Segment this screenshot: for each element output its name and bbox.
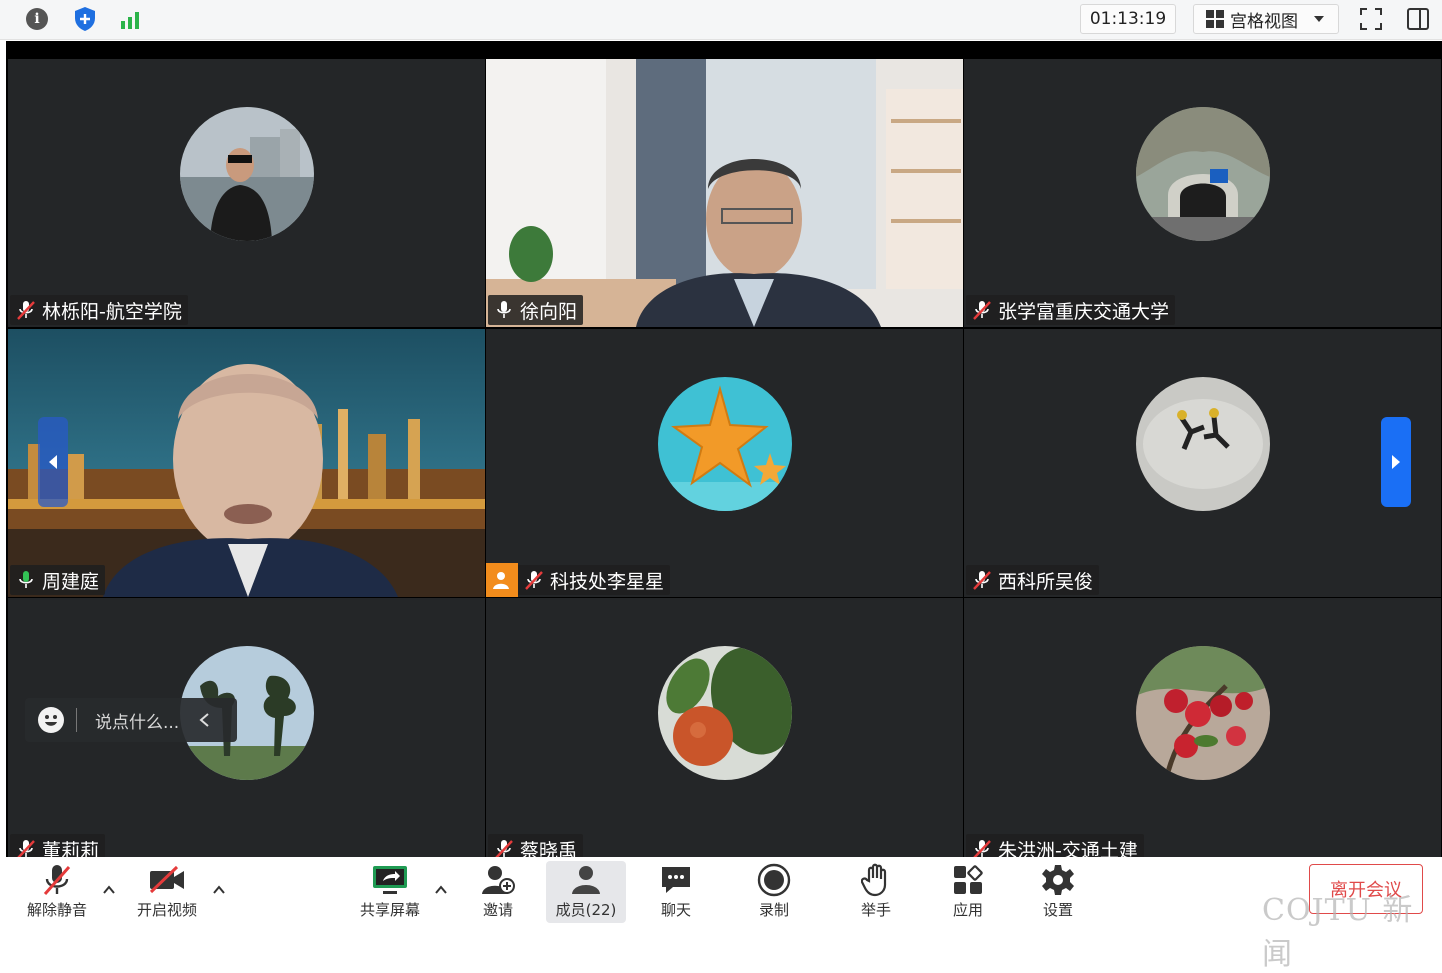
participant-name: 科技处李星星 [550,570,665,593]
share-screen-button[interactable]: 共享屏幕 [354,861,426,923]
start-video-button[interactable]: 开启视频 [132,861,202,923]
watermark: COJTU 新闻 [1262,893,1414,972]
participant-nameplate: 张学富重庆交通大学 [966,295,1176,325]
hand-icon [854,861,898,899]
avatar [657,377,792,511]
avatar [657,646,792,780]
apps-button[interactable]: 应用 [940,861,996,923]
quick-chat-input[interactable]: 说点什么... [25,698,237,742]
participant-nameplate: 周建庭 [10,565,106,595]
record-button[interactable]: 录制 [746,861,802,923]
participant-nameplate: 西科所吴俊 [966,565,1100,595]
participant-name: 林栎阳-航空学院 [42,300,182,323]
mic-muted-icon [35,861,79,899]
chevron-right-icon [1392,455,1400,469]
avatar [1135,107,1270,241]
participant-tile[interactable]: 朱洪洲-交通土建 [964,598,1441,866]
chat-button[interactable]: 聊天 [648,861,704,923]
meeting-toolbar: 解除静音 开启视频 共享屏幕 邀请 成员(22) 聊天 录制 举手 应用 设置 [0,857,1442,927]
mic-muted-icon [973,301,991,320]
emoji-icon[interactable] [38,707,64,733]
apps-icon [946,861,990,899]
chat-icon [654,861,698,899]
mic-muted-icon [525,571,543,590]
previous-page-button[interactable] [38,417,68,507]
top-bar: i 01:13:19 宫格视图 [0,0,1442,40]
raise-hand-label: 举手 [860,901,891,919]
participant-tile[interactable]: 徐向阳 [486,59,963,327]
chat-placeholder[interactable]: 说点什么... [95,708,179,733]
sidepanel-icon[interactable] [1403,4,1433,34]
record-icon [752,861,796,899]
participant-tile[interactable]: 科技处李星星 [486,329,963,597]
divider [76,708,77,732]
chevron-up-icon[interactable] [212,883,226,897]
share-screen-label: 共享屏幕 [359,901,420,919]
chevron-up-icon[interactable] [434,883,448,897]
participant-tile[interactable]: 张学富重庆交通大学 [964,59,1441,327]
participant-tile[interactable]: 蔡晓禹 [486,598,963,866]
participant-nameplate: 科技处李星星 [486,563,671,597]
chevron-up-icon[interactable] [102,883,116,897]
chat-label: 聊天 [660,901,691,919]
participant-tile[interactable]: 西科所吴俊 [964,329,1441,597]
info-icon[interactable]: i [22,4,52,34]
participant-tile-speaking[interactable]: 周建庭 [8,329,485,597]
participant-name: 周建庭 [42,570,100,593]
participant-tile[interactable]: 林栎阳-航空学院 [8,59,485,327]
members-label: 成员(22) [555,901,617,919]
members-icon [564,861,608,899]
view-mode-label: 宫格视图 [1230,11,1298,32]
settings-label: 设置 [1042,901,1073,919]
next-page-button[interactable] [1381,417,1411,507]
video-off-icon [145,861,189,899]
mic-icon [497,301,511,318]
avatar [1135,377,1270,511]
apps-label: 应用 [952,901,983,919]
participant-nameplate: 林栎阳-航空学院 [10,295,188,325]
participant-video [8,329,485,597]
invite-label: 邀请 [482,901,513,919]
participant-name: 徐向阳 [520,300,578,323]
chevron-left-icon [49,455,57,469]
avatar [179,107,314,241]
participant-video [486,59,963,327]
chevron-down-icon [1314,16,1324,22]
grid-view-icon [1206,10,1224,28]
shield-icon[interactable] [70,4,100,34]
start-video-label: 开启视频 [136,901,197,919]
participant-name: 西科所吴俊 [998,570,1094,593]
participant-name: 张学富重庆交通大学 [998,300,1170,323]
avatar [1135,646,1270,780]
settings-button[interactable]: 设置 [1030,861,1086,923]
fullscreen-icon[interactable] [1356,4,1386,34]
unmute-button[interactable]: 解除静音 [22,861,92,923]
mic-muted-icon [17,301,35,320]
signal-icon[interactable] [116,4,146,34]
add-user-icon [476,861,520,899]
mic-muted-icon [973,571,991,590]
record-label: 录制 [758,901,789,919]
view-mode-dropdown[interactable]: 宫格视图 [1193,4,1339,34]
collapse-chat-icon[interactable] [189,705,219,735]
mic-speaking-icon [19,571,33,588]
invite-button[interactable]: 邀请 [470,861,526,923]
host-icon [486,563,518,597]
raise-hand-button[interactable]: 举手 [848,861,904,923]
meeting-timer: 01:13:19 [1080,4,1176,34]
participant-nameplate: 徐向阳 [488,295,584,325]
members-button[interactable]: 成员(22) [546,861,626,923]
unmute-label: 解除静音 [26,901,87,919]
gear-icon [1036,861,1080,899]
share-screen-icon [368,861,412,899]
